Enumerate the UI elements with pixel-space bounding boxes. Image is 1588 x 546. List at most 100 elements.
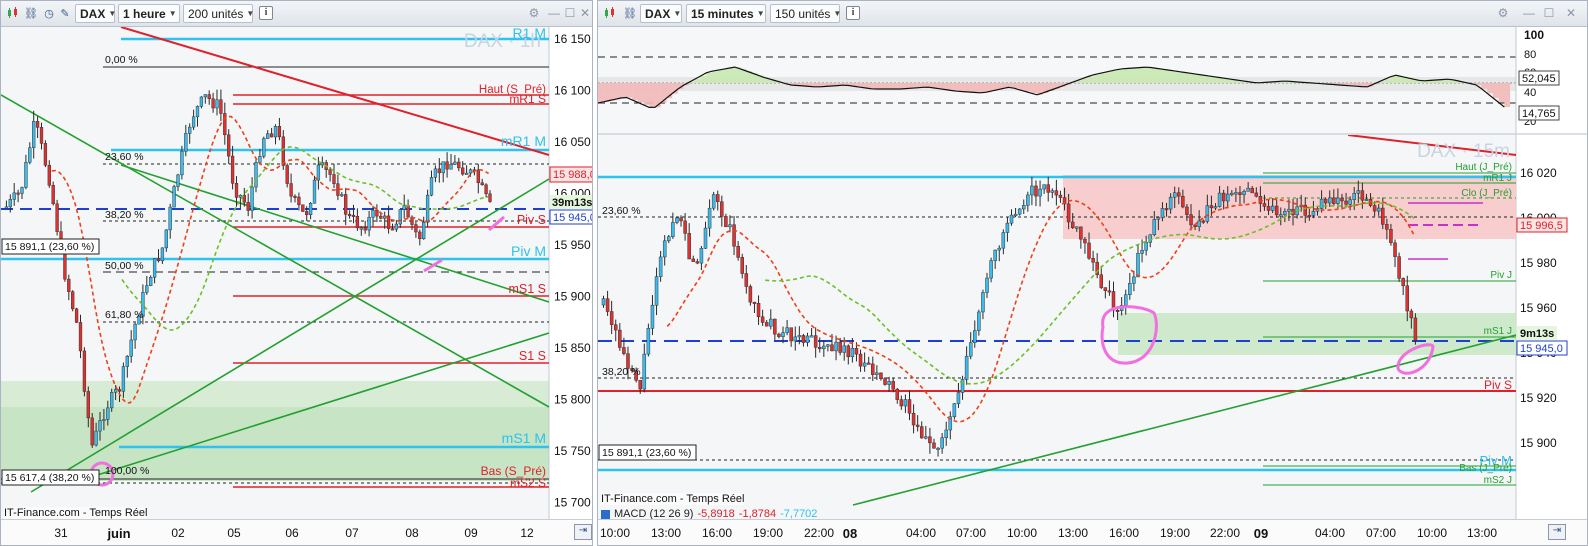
- candle-body: [1327, 197, 1332, 204]
- candle-body: [488, 193, 492, 202]
- candle-body: [203, 94, 207, 98]
- info-icon[interactable]: i: [259, 6, 273, 20]
- candle-body: [433, 168, 438, 178]
- candle-body: [32, 121, 36, 148]
- candle-body: [406, 205, 410, 218]
- level-label-mr1j: mR1 J: [1483, 173, 1512, 184]
- candle-body: [736, 246, 740, 258]
- candle-body: [1250, 187, 1254, 194]
- chevron-down-icon: ▼: [168, 9, 177, 18]
- data-source-label: IT-Finance.com - Temps Réel: [601, 493, 745, 505]
- chart-pane-15min[interactable]: ⛓ DAX ▼ 15 minutes ▼ 150 unités ▼ i ⚙ — …: [597, 0, 1588, 546]
- candle-body: [1128, 283, 1132, 295]
- oscillator-fill-bar: [1031, 83, 1037, 94]
- candlestick-icon[interactable]: [602, 5, 618, 21]
- candle-body: [250, 186, 254, 211]
- oscillator-fill-bar: [860, 83, 866, 88]
- info-icon[interactable]: i: [846, 6, 860, 20]
- maximize-icon[interactable]: ☐: [563, 5, 577, 21]
- link-icon[interactable]: ⛓: [622, 5, 638, 21]
- fib-label: 100,00 %: [105, 465, 149, 477]
- oscillator-fill-bar: [1190, 73, 1197, 83]
- level-label-haut: Haut (J_Pré): [1455, 162, 1512, 173]
- candle-body: [756, 303, 761, 318]
- close-icon[interactable]: ✕: [1564, 5, 1578, 21]
- time-label: 19:00: [752, 526, 784, 540]
- candle-body: [1066, 203, 1071, 223]
- price-axis-label: 16 100: [554, 84, 591, 98]
- candle-body: [1001, 232, 1006, 249]
- timeframe-selector[interactable]: 1 heure ▼: [118, 4, 180, 23]
- time-label: 10:00: [1416, 526, 1448, 540]
- candle-body: [1409, 310, 1414, 319]
- candle-body: [1083, 238, 1087, 244]
- timeframe-selector[interactable]: 15 minutes ▼: [686, 4, 766, 23]
- oscillator-fill-bar: [1099, 73, 1106, 83]
- candle-body: [711, 194, 716, 209]
- drawing-tools-icon[interactable]: ✎: [57, 5, 73, 21]
- symbol-selector[interactable]: DAX ▼: [640, 4, 682, 23]
- candle-body: [964, 355, 969, 380]
- candle-body: [1213, 206, 1218, 209]
- scroll-to-end-icon[interactable]: ⇥: [1548, 524, 1566, 540]
- candle-body: [618, 329, 622, 348]
- maximize-icon[interactable]: ☐: [1542, 5, 1556, 21]
- candlestick-icon[interactable]: [5, 5, 21, 21]
- level-label-s1s: S1 S: [519, 349, 546, 363]
- candle-body: [638, 380, 642, 390]
- oscillator-fill-bar: [968, 83, 975, 92]
- time-label: 19:00: [1159, 526, 1191, 540]
- time-label: 09: [1253, 526, 1269, 541]
- fib-price-text: 15 891,1 (23,60 %): [602, 447, 691, 459]
- candle-body: [650, 304, 655, 329]
- candle-body: [289, 183, 293, 197]
- candle-body: [838, 341, 842, 353]
- candle-body: [246, 202, 250, 211]
- units-selector[interactable]: 150 unités ▼: [770, 4, 841, 23]
- price-chart-15min[interactable]: DAX · 15m 23,60 % 38,20 % 15 891,1 (23,6…: [598, 135, 1588, 521]
- oscillator-chart[interactable]: 100 80 60 40 20 52,045 14,765: [598, 27, 1588, 135]
- time-axis: 31 juin 02 05 06 07 08 09 12 ⇥: [1, 519, 592, 545]
- candle-body: [936, 447, 940, 450]
- oscillator-fill-bar: [1475, 83, 1482, 85]
- minimize-icon[interactable]: —: [547, 5, 561, 21]
- chart-pane-hourly[interactable]: ⛓ ◷ ✎ DAX ▼ 1 heure ▼ 200 unités ▼ i ⚙ —…: [0, 0, 593, 546]
- candle-body: [355, 216, 360, 229]
- candle-body: [1397, 256, 1401, 279]
- candle-body: [1401, 278, 1405, 287]
- fib-price-text: 15 891,1 (23,60 %): [5, 241, 94, 253]
- settings-icon[interactable]: ⚙: [1496, 5, 1510, 21]
- candle-body: [654, 276, 659, 306]
- candle-body: [1132, 276, 1136, 284]
- price-chart-hourly[interactable]: DAX · 1h 0,00 % 23,60 % 38,20 % 50,00 % …: [1, 27, 593, 521]
- oscillator-fill-bar: [888, 83, 895, 89]
- scroll-to-end-icon[interactable]: ⇥: [574, 524, 592, 540]
- time-label: 22:00: [1209, 526, 1241, 540]
- settings-icon[interactable]: ⚙: [527, 5, 541, 21]
- candle-body: [379, 215, 383, 219]
- candle-body: [359, 227, 363, 230]
- candle-body: [809, 335, 814, 338]
- candle-body: [160, 247, 165, 262]
- macd-icon: [601, 509, 610, 519]
- clock-icon[interactable]: ◷: [41, 5, 57, 21]
- candle-body: [956, 392, 961, 404]
- candle-body: [16, 192, 20, 195]
- candle-body: [744, 273, 749, 287]
- candle-body: [1311, 210, 1316, 216]
- link-icon[interactable]: ⛓: [23, 5, 39, 21]
- candle-body: [71, 291, 75, 310]
- symbol-selector[interactable]: DAX ▼: [75, 4, 116, 23]
- candle-body: [748, 286, 753, 303]
- units-selector[interactable]: 200 unités ▼: [183, 4, 254, 23]
- candle-body: [662, 240, 667, 258]
- candle-body: [191, 116, 196, 128]
- candle-body: [176, 174, 180, 187]
- candle-body: [230, 155, 235, 184]
- candle-body: [98, 420, 102, 432]
- candle-body: [899, 399, 904, 407]
- oscillator-fill-bar: [1139, 67, 1146, 83]
- candle-body: [363, 227, 367, 231]
- close-icon[interactable]: ✕: [578, 5, 592, 21]
- minimize-icon[interactable]: —: [1522, 5, 1536, 21]
